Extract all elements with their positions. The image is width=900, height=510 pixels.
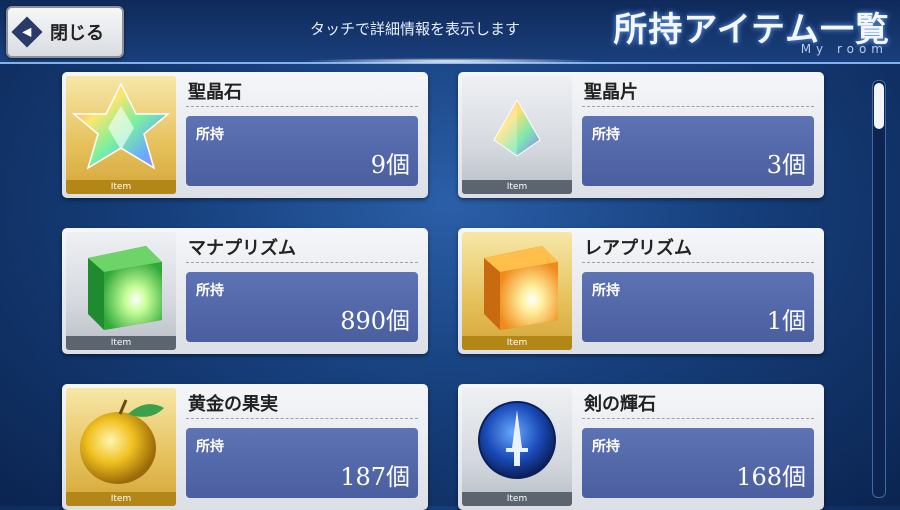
item-name: 聖晶石 (188, 82, 242, 103)
item-tag: Item (66, 180, 176, 194)
item-name: マナプリズム (188, 238, 296, 259)
owned-count: 168個 (736, 463, 806, 491)
owned-count: 1個 (766, 307, 806, 335)
divider (582, 418, 814, 420)
rare-prism-icon (484, 246, 558, 330)
item-grid: Item 聖晶石 所持 9個 Item 聖晶片 所持 3個 Item マナプリズ… (0, 68, 900, 510)
quantity-panel: 所持 187個 (186, 428, 418, 498)
item-thumbnail: Item (66, 388, 176, 506)
header-glow (300, 58, 600, 64)
owned-count: 9個 (370, 151, 410, 179)
divider (582, 106, 814, 108)
quantity-panel: 所持 9個 (186, 116, 418, 186)
item-card[interactable]: Item 剣の輝石 所持 168個 (458, 384, 824, 510)
header-bar: ◀ 閉じる タッチで詳細情報を表示します 所持アイテム一覧 My room (0, 0, 900, 64)
item-tag: Item (462, 492, 572, 506)
item-tag: Item (66, 492, 176, 506)
back-arrow-icon: ◀ (11, 16, 43, 48)
item-tag: Item (462, 180, 572, 194)
owned-label: 所持 (196, 439, 224, 455)
item-name: 聖晶片 (584, 82, 638, 103)
divider (186, 262, 418, 264)
owned-count: 3個 (766, 151, 806, 179)
item-card[interactable]: Item 聖晶片 所持 3個 (458, 72, 824, 198)
item-tag: Item (66, 336, 176, 350)
quantity-panel: 所持 890個 (186, 272, 418, 342)
item-card[interactable]: Item 黄金の果実 所持 187個 (62, 384, 428, 510)
mana-prism-icon (88, 246, 162, 330)
owned-count: 187個 (340, 463, 410, 491)
owned-label: 所持 (592, 283, 620, 299)
item-card[interactable]: Item マナプリズム 所持 890個 (62, 228, 428, 354)
item-name: 剣の輝石 (584, 394, 656, 415)
quantity-panel: 所持 168個 (582, 428, 814, 498)
item-thumbnail: Item (462, 388, 572, 506)
close-button[interactable]: ◀ 閉じる (6, 6, 124, 58)
owned-count: 890個 (340, 307, 410, 335)
item-thumbnail: Item (66, 76, 176, 194)
golden-apple-icon (80, 399, 164, 484)
saint-quartz-icon (71, 82, 171, 170)
owned-label: 所持 (196, 283, 224, 299)
item-name: レアプリズム (584, 238, 692, 259)
divider (186, 106, 418, 108)
item-thumbnail: Item (462, 76, 572, 194)
item-thumbnail: Item (462, 232, 572, 350)
tap-hint: タッチで詳細情報を表示します (309, 20, 520, 38)
divider (186, 418, 418, 420)
page-subtitle: My room (800, 42, 888, 56)
item-tag: Item (462, 336, 572, 350)
owned-label: 所持 (592, 127, 620, 143)
quantity-panel: 所持 3個 (582, 116, 814, 186)
item-name: 黄金の果実 (188, 394, 278, 415)
item-card[interactable]: Item レアプリズム 所持 1個 (458, 228, 824, 354)
item-card[interactable]: Item 聖晶石 所持 9個 (62, 72, 428, 198)
close-label: 閉じる (50, 23, 104, 44)
quantity-panel: 所持 1個 (582, 272, 814, 342)
divider (582, 262, 814, 264)
scrollbar[interactable] (872, 80, 886, 498)
quartz-fragment-icon (493, 98, 541, 157)
owned-label: 所持 (196, 127, 224, 143)
saber-gem-icon (478, 401, 556, 479)
item-thumbnail: Item (66, 232, 176, 350)
scrollbar-thumb[interactable] (874, 83, 884, 129)
owned-label: 所持 (592, 439, 620, 455)
